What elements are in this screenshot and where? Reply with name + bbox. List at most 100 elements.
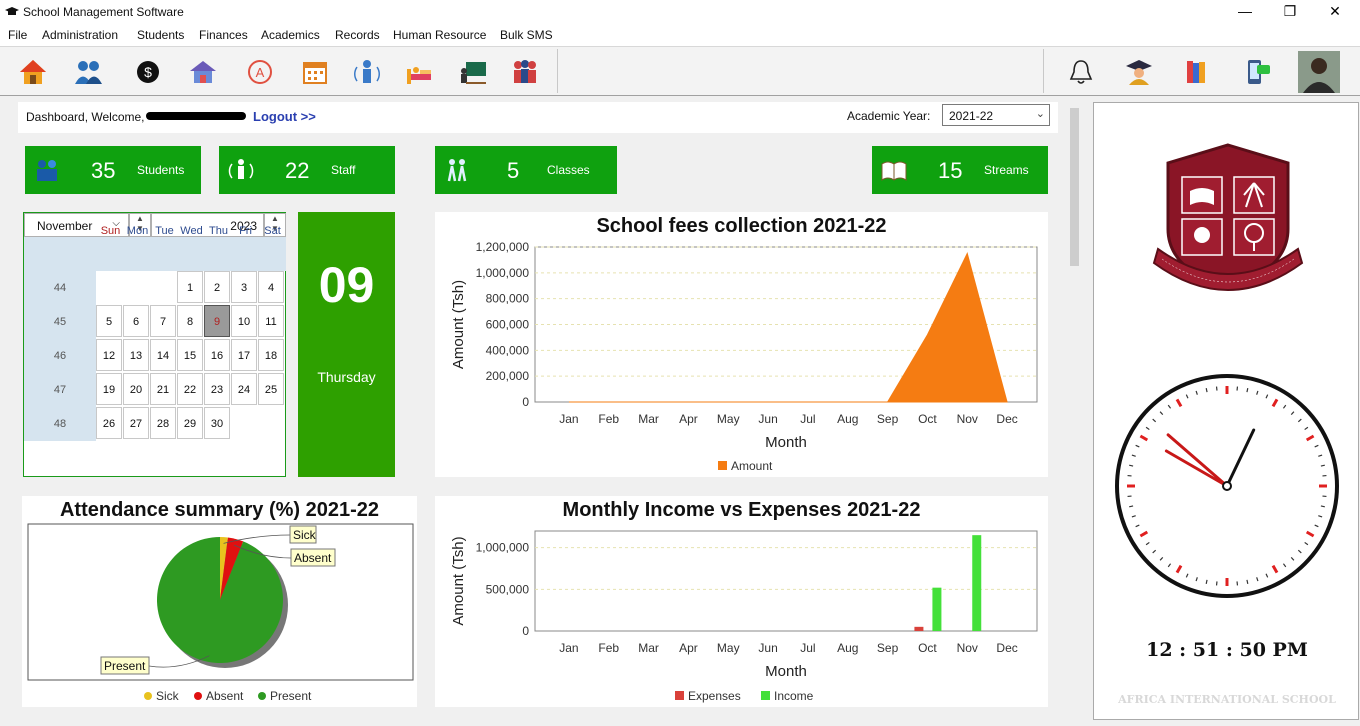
user-avatar[interactable] [1298, 51, 1340, 93]
calendar-icon[interactable] [300, 57, 330, 87]
pie-label: Sick [293, 528, 317, 542]
staff-icon[interactable] [352, 57, 382, 87]
week-number-column [24, 237, 96, 441]
classes-icon [447, 159, 467, 182]
calendar-day[interactable]: 13 [123, 339, 149, 371]
menu-records[interactable]: Records [335, 28, 380, 42]
x-tick-label: Aug [837, 641, 858, 655]
calendar-day[interactable]: 2 [204, 271, 230, 303]
students-stat-tile[interactable]: 35 Students [25, 146, 201, 194]
calendar-day[interactable]: 4 [258, 271, 284, 303]
legend-swatch [718, 461, 727, 470]
y-tick-label: 1,000,000 [476, 541, 530, 555]
clock-minute-mark [1320, 464, 1325, 467]
graduate-icon[interactable] [1124, 57, 1154, 87]
day-header: Mon [126, 225, 149, 237]
classes-count: 5 [507, 158, 520, 183]
students-icon[interactable] [73, 57, 103, 87]
clock-center-pin [1222, 481, 1232, 491]
staff-count: 22 [285, 158, 310, 183]
scrollbar-thumb[interactable] [1070, 108, 1079, 266]
school-icon[interactable] [188, 57, 218, 87]
calendar-day[interactable]: 23 [204, 373, 230, 405]
calendar-day[interactable]: 19 [96, 373, 122, 405]
classes-stat-tile[interactable]: 5 Classes [435, 146, 617, 194]
close-button[interactable]: ✕ [1312, 0, 1358, 24]
x-tick-label: May [717, 412, 740, 426]
calendar-day[interactable]: 14 [150, 339, 176, 371]
calendar-day[interactable]: 1 [177, 271, 203, 303]
hostel-icon[interactable] [404, 57, 434, 87]
x-tick-label: May [717, 641, 740, 655]
calendar-day[interactable]: 21 [150, 373, 176, 405]
vertical-scrollbar[interactable] [1068, 106, 1080, 720]
legend-swatch [194, 692, 202, 700]
y-tick-label: 0 [522, 395, 529, 409]
classroom-icon[interactable] [458, 57, 488, 87]
x-tick-label: Feb [598, 412, 619, 426]
calendar-day[interactable]: 15 [177, 339, 203, 371]
maximize-button[interactable]: ❐ [1267, 0, 1313, 24]
home-icon[interactable] [18, 57, 48, 87]
money-icon[interactable]: $ [133, 57, 163, 87]
sms-icon[interactable] [1243, 57, 1273, 87]
streams-stat-tile[interactable]: 15 Streams [872, 146, 1048, 194]
calendar-day[interactable]: 7 [150, 305, 176, 337]
calendar-day[interactable]: 18 [258, 339, 284, 371]
y-tick-label: 0 [522, 624, 529, 638]
academic-year-select[interactable]: 2021-22 ⌄ [942, 104, 1050, 126]
day-header-row [96, 237, 286, 271]
menu-academics[interactable]: Academics [261, 28, 320, 42]
menu-human-resource[interactable]: Human Resource [393, 28, 486, 42]
staff-stat-tile[interactable]: 22 Staff [219, 146, 395, 194]
calendar-day[interactable]: 12 [96, 339, 122, 371]
logout-link[interactable]: Logout >> [253, 109, 316, 124]
calendar-day[interactable]: 26 [96, 407, 122, 439]
school-crest-logo [1152, 143, 1304, 291]
plot-area [534, 530, 1038, 632]
staff-label: Staff [331, 163, 356, 177]
menu-file[interactable]: File [8, 28, 27, 42]
income-expense-chart-panel: Monthly Income vs Expenses 2021-22 0 500,… [435, 496, 1048, 707]
graduation-cap-icon [5, 7, 19, 15]
legend-label: Present [270, 689, 312, 703]
calendar-day[interactable]: 10 [231, 305, 257, 337]
calendar-day[interactable]: 16 [204, 339, 230, 371]
grades-icon[interactable]: A [245, 57, 275, 87]
x-axis-label: Month [765, 434, 807, 451]
bell-icon[interactable] [1066, 57, 1096, 87]
calendar-day[interactable]: 6 [123, 305, 149, 337]
minimize-button[interactable]: — [1222, 0, 1268, 24]
y-axis-label: Amount (Tsh) [450, 280, 467, 369]
calendar-day[interactable]: 17 [231, 339, 257, 371]
calendar-day[interactable]: 30 [204, 407, 230, 439]
welcome-bar: Dashboard, Welcome, Logout >> Academic Y… [18, 102, 1058, 133]
calendar-day[interactable]: 29 [177, 407, 203, 439]
academic-year-value: 2021-22 [949, 109, 994, 123]
calendar-day[interactable]: 20 [123, 373, 149, 405]
menu-administration[interactable]: Administration [42, 28, 118, 42]
calendar-day[interactable]: 22 [177, 373, 203, 405]
legend-label: Expenses [688, 689, 741, 703]
calendar-day[interactable]: 3 [231, 271, 257, 303]
menu-bulk-sms[interactable]: Bulk SMS [500, 28, 553, 42]
calendar-day[interactable]: 8 [177, 305, 203, 337]
calendar-day[interactable]: 11 [258, 305, 284, 337]
streams-count: 15 [938, 158, 963, 183]
toolbar-separator [557, 49, 558, 93]
books-icon[interactable] [1181, 57, 1211, 87]
calendar-day[interactable]: 28 [150, 407, 176, 439]
calendar-day[interactable]: 25 [258, 373, 284, 405]
calendar-day[interactable]: 24 [231, 373, 257, 405]
calendar-day-today[interactable]: 9 [204, 305, 230, 337]
x-tick-label: Jan [559, 641, 578, 655]
week-number: 44 [53, 282, 67, 294]
menu-students[interactable]: Students [137, 28, 184, 42]
staff-icon [228, 159, 254, 179]
students-icon [37, 160, 57, 181]
calendar-day[interactable]: 5 [96, 305, 122, 337]
students-count: 35 [91, 158, 116, 183]
calendar-day[interactable]: 27 [123, 407, 149, 439]
group-icon[interactable] [510, 57, 540, 87]
menu-finances[interactable]: Finances [199, 28, 248, 42]
